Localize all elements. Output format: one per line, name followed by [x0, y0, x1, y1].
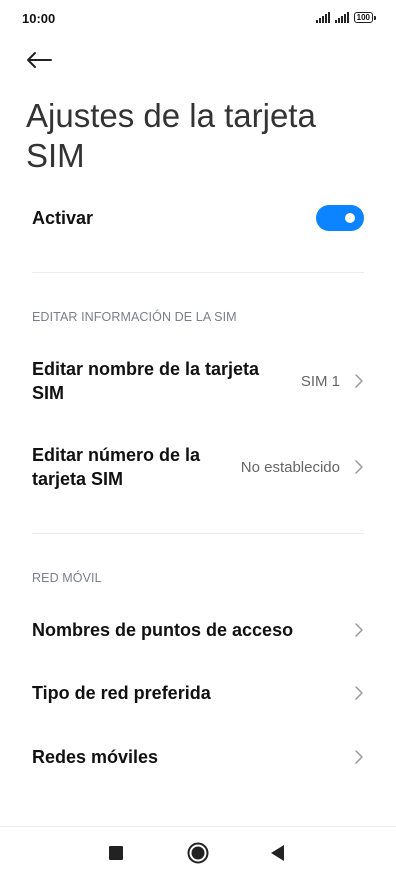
toggle-knob [345, 213, 355, 223]
chevron-right-icon [355, 686, 363, 700]
back-nav-button[interactable] [269, 843, 287, 863]
edit-sim-number-label: Editar número de la tarjeta SIM [32, 445, 201, 489]
battery-level: 100 [353, 12, 373, 23]
section-header-sim: EDITAR INFORMACIÓN DE LA SIM [32, 310, 237, 324]
divider [32, 533, 364, 534]
mobile-networks-row[interactable]: Redes móviles [32, 743, 364, 771]
activate-toggle[interactable] [316, 205, 364, 231]
chevron-right-icon [355, 374, 363, 388]
apn-label: Nombres de puntos de acceso [32, 620, 294, 640]
edit-sim-name-row[interactable]: Editar nombre de la tarjeta SIM SIM 1 [32, 356, 364, 406]
status-time: 10:00 [22, 11, 56, 26]
chevron-right-icon [355, 623, 363, 637]
navigation-bar [0, 826, 396, 881]
home-circle-icon [187, 842, 209, 864]
signal-icon [334, 12, 349, 23]
edit-sim-name-label: Editar nombre de la tarjeta SIM [32, 359, 260, 403]
recents-button[interactable] [107, 843, 125, 863]
back-button[interactable] [26, 44, 62, 76]
edit-sim-number-row[interactable]: Editar número de la tarjeta SIM No estab… [32, 442, 364, 492]
section-header-network: RED MÓVIL [32, 571, 102, 585]
chevron-right-icon [355, 460, 363, 474]
page-title: Ajustes de la tarjeta SIM [26, 97, 316, 174]
signal-icon [315, 12, 330, 23]
arrow-left-icon [27, 52, 52, 68]
activate-label: Activar [32, 208, 94, 228]
preferred-network-row[interactable]: Tipo de red preferida [32, 679, 364, 707]
divider [32, 272, 364, 273]
preferred-network-label: Tipo de red preferida [32, 683, 211, 703]
apn-row[interactable]: Nombres de puntos de acceso [32, 616, 364, 644]
home-button[interactable] [186, 842, 210, 864]
recents-square-icon [109, 846, 123, 860]
sim-name-value: SIM 1 [300, 372, 340, 390]
mobile-networks-label: Redes móviles [32, 747, 159, 767]
status-bar: 10:00 100 [0, 0, 396, 36]
activate-row[interactable]: Activar [32, 202, 364, 234]
battery-icon: 100 [353, 12, 376, 23]
back-triangle-icon [271, 845, 284, 861]
sim-number-value: No establecido [240, 458, 340, 476]
chevron-right-icon [355, 750, 363, 764]
status-icons: 100 [315, 12, 376, 23]
